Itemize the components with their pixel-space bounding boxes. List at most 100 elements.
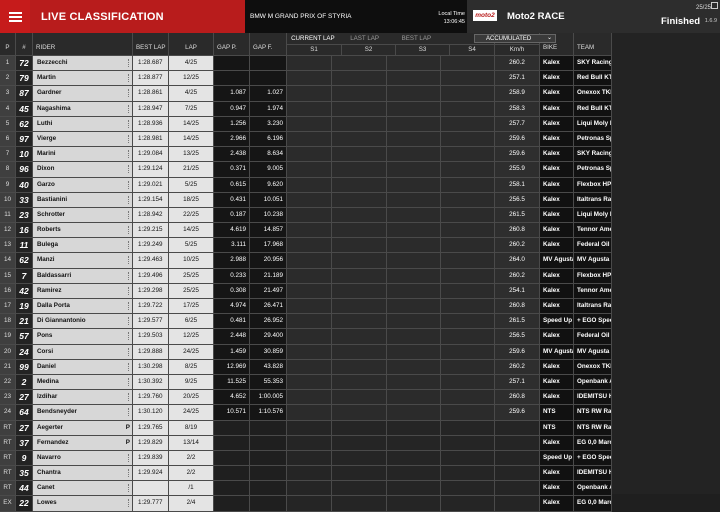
table-row[interactable]: RT9 Navarro 1:29.8392/2 Speed Up+ EGO Speed… (0, 450, 720, 467)
gap-prev-cell (214, 420, 250, 436)
page-title: LIVE CLASSIFICATION (41, 10, 164, 23)
team-cell: + EGO Speed Up (574, 450, 612, 467)
rider-name: Luthi (33, 116, 133, 132)
table-row[interactable]: 22 2 Medina 1:30.392 9/25 11.525 55.353 257.1 Ka… (0, 374, 720, 391)
gap-first-cell (250, 420, 287, 436)
col-best-lap: BEST LAP (133, 33, 169, 56)
table-row[interactable]: 14 62 Manzi 1:29.463 10/25 2.988 20.956 264.0 MV… (0, 253, 720, 269)
sector4-cell (441, 177, 495, 193)
gap-prev-cell: 0.308 (214, 283, 250, 299)
table-row[interactable]: 23 27 Izdihar 1:29.760 20/25 4.652 1:00.005 260… (0, 390, 720, 406)
speed-cell: 258.1 (495, 177, 540, 193)
lap-cell: 5/25 (169, 177, 214, 193)
tab-best-lap[interactable]: BEST LAP (391, 33, 443, 44)
table-row[interactable]: 9 40 Garzo 1:29.021 5/25 0.615 9.620 258.1 Kalex… (0, 177, 720, 193)
table-row[interactable]: 2 79 Martin 1:28.877 12/25 257.1 Kalex Red Bull… (0, 71, 720, 87)
table-row[interactable]: 21 99 Daniel 1:30.298 8/25 12.969 43.828 260.2 K… (0, 359, 720, 375)
rider-name-text: Medina (37, 377, 59, 385)
table-row[interactable]: RT44 Canet/1 KalexOpenbank Aspar Team (0, 481, 720, 497)
sector2-cell (332, 283, 387, 299)
sector1-cell (287, 405, 332, 421)
rider-number: 45 (16, 101, 33, 117)
table-row[interactable]: 1 72 Bezzecchi 1:28.687 4/25 260.2 Kalex SKY Ra… (0, 56, 720, 72)
rider-number: 42 (16, 283, 33, 299)
rider-name: Daniel (33, 359, 133, 375)
sector4-cell (441, 420, 495, 436)
rider-number: 40 (16, 177, 33, 193)
accumulated-dropdown[interactable]: ACCUMULATED ⌄ (474, 34, 556, 43)
table-row[interactable]: 24 64 Bendsneyder 1:30.120 24/25 10.571 1:10.5… (0, 405, 720, 421)
sector3-cell (387, 238, 441, 254)
table-row[interactable]: 18 21 Di Giannantonio 1:29.577 6/25 0.481 26.9… (0, 314, 720, 330)
position-cell: 11 (0, 207, 16, 224)
drag-handle-icon (128, 119, 130, 128)
table-row[interactable]: EX22 Lowes 1:29.7772/4 KalexEG 0,0 Marc VDS (0, 496, 720, 512)
table-row[interactable]: 16 42 Ramirez 1:29.298 25/25 0.308 21.497 254.1… (0, 283, 720, 299)
rider-number: 72 (16, 56, 33, 72)
sector1-cell (287, 450, 332, 467)
col-position: P (0, 33, 16, 56)
rider-name-text: Gardner (37, 89, 62, 97)
table-row[interactable]: RT27 Aegerter P1:29.7658/19 NTSNTS RW Racin… (0, 420, 720, 436)
best-lap-cell (133, 481, 169, 497)
best-lap-cell: 1:29.777 (133, 496, 169, 512)
table-row[interactable]: 6 97 Vierge 1:28.981 14/25 2.966 6.196 259.6 Kal… (0, 131, 720, 148)
rider-name-text: Garzo (37, 180, 55, 188)
sector3-cell (387, 207, 441, 224)
table-row[interactable]: 5 62 Luthi 1:28.936 14/25 1.256 3.230 257.7 Kale… (0, 116, 720, 132)
rider-number: 99 (16, 359, 33, 375)
rider-number: 62 (16, 253, 33, 269)
table-row[interactable]: 19 57 Pons 1:29.503 12/25 2.448 29.400 256.5 Kal… (0, 329, 720, 345)
table-row[interactable]: 12 16 Roberts 1:29.215 14/25 4.619 14.857 260.8… (0, 223, 720, 239)
position-cell: 1 (0, 56, 16, 72)
lap-cell: 4/25 (169, 86, 214, 102)
sector1-cell (287, 101, 332, 117)
position-cell: 4 (0, 101, 16, 117)
sector1-cell (287, 177, 332, 193)
gap-first-cell (250, 56, 287, 72)
gap-first-cell: 1.974 (250, 101, 287, 117)
expand-icon[interactable] (711, 2, 718, 9)
col-gap-f: GAP F. (250, 33, 287, 56)
team-cell: SKY Racing Team VR46 (574, 56, 612, 72)
drag-handle-icon (128, 134, 130, 143)
table-row[interactable]: 3 87 Gardner 1:28.861 4/25 1.087 1.027 258.9 Kal… (0, 86, 720, 102)
rider-number: 2 (16, 374, 33, 391)
table-row[interactable]: 13 11 Bulega 1:29.249 5/25 3.111 17.968 260.2 Ka… (0, 238, 720, 254)
sector1-cell (287, 466, 332, 482)
tab-current-lap[interactable]: CURRENT LAP (287, 33, 339, 44)
table-row[interactable]: 15 7 Baldassarri 1:29.496 25/25 0.233 21.189 26… (0, 268, 720, 284)
best-lap-cell: 1:29.924 (133, 466, 169, 482)
position-cell: 16 (0, 283, 16, 299)
drag-handle-icon (128, 408, 130, 417)
rider-name: Lowes (33, 496, 133, 512)
sector3-cell (387, 101, 441, 117)
bike-cell: Kalex (540, 374, 574, 391)
table-row[interactable]: 7 10 Marini 1:29.084 13/25 2.438 8.634 259.6 Kal… (0, 147, 720, 163)
drag-handle-icon (128, 180, 130, 189)
position-cell: 18 (0, 314, 16, 330)
table-row[interactable]: 4 45 Nagashima 1:28.947 7/25 0.947 1.974 258.3 K… (0, 101, 720, 117)
rider-name-text: Bulega (37, 241, 58, 249)
rider-name-text: Manzi (37, 256, 55, 264)
team-cell: IDEMITSU Honda Team Asia (574, 390, 612, 406)
rider-name: Bastianini (33, 192, 133, 208)
table-row[interactable]: 10 33 Bastianini 1:29.154 18/25 0.431 10.051 25… (0, 192, 720, 208)
menu-button[interactable] (0, 0, 30, 33)
lap-cell: 7/25 (169, 101, 214, 117)
position-cell: 20 (0, 344, 16, 360)
table-row[interactable]: 11 23 Schrotter 1:28.942 22/25 0.187 10.238 261… (0, 207, 720, 224)
sector3-cell (387, 86, 441, 102)
lap-cell: 14/25 (169, 223, 214, 239)
accumulated-label: ACCUMULATED (486, 36, 532, 42)
team-cell: Onexox TKKR SAG Team (574, 86, 612, 102)
table-row[interactable]: RT35 Chantra 1:29.9242/2 KalexIDEMITSU Hond… (0, 466, 720, 482)
rider-name: Bulega (33, 238, 133, 254)
tab-last-lap[interactable]: LAST LAP (339, 33, 391, 44)
bike-cell: MV Agusta (540, 344, 574, 360)
table-row[interactable]: 17 19 Dalla Porta 1:29.722 17/25 4.974 26.471 2… (0, 299, 720, 315)
table-row[interactable]: 8 96 Dixon 1:29.124 21/25 0.371 9.005 255.9 Kale… (0, 162, 720, 178)
table-row[interactable]: 20 24 Corsi 1:29.888 24/25 1.459 30.859 259.6 MV… (0, 344, 720, 360)
table-row[interactable]: RT 37 Fernandez P 1:29.829 13/14 Kalex EG 0,0 M… (0, 435, 720, 451)
gap-first-cell: 30.859 (250, 344, 287, 360)
